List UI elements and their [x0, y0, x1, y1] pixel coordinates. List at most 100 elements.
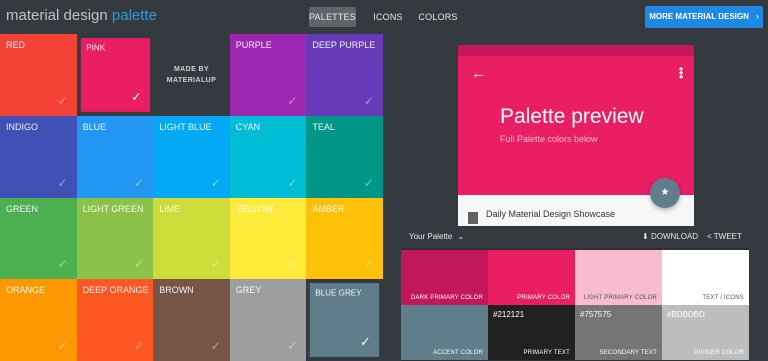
palette-tile-label: BROWN [159, 285, 194, 296]
materialup-label: MATERIALUP [166, 76, 217, 84]
check-icon: ✓ [57, 339, 68, 353]
chevron-down-icon: ⌄ [457, 232, 465, 241]
palette-tile-label: GREEN [6, 203, 39, 214]
back-arrow-icon[interactable]: ← [471, 65, 486, 82]
palette-tile-cyan[interactable]: CYAN ✓ [229, 115, 307, 198]
swatch-hex: #BDBDBD [667, 310, 705, 319]
check-icon: ✓ [134, 257, 145, 272]
preview-subtitle: Full Palette colors below [500, 134, 598, 144]
preview-title: Palette preview [500, 105, 644, 128]
palette-tile-teal[interactable]: TEAL ✓ [306, 115, 383, 198]
palette-tile-label: PURPLE [235, 40, 272, 50]
star-fab-button[interactable]: ★ [650, 178, 680, 208]
download-icon: ⬇ [642, 232, 649, 241]
palette-tile-label: BLUE [82, 121, 107, 132]
palette-tile-blue[interactable]: BLUE ✓ [76, 115, 154, 198]
swatch-text-icons[interactable]: TEXT / ICONS [662, 250, 749, 305]
check-icon: ✓ [360, 334, 372, 349]
palette-tile-brown[interactable]: BROWN ✓ [153, 279, 230, 361]
swatch-divider-color[interactable]: #BDBDBD DIVIDER COLOR [662, 305, 749, 360]
palette-tile-green[interactable]: GREEN ✓ [0, 197, 77, 280]
top-bar: material design palette PALETTES ICONS C… [0, 0, 768, 34]
check-icon: ✓ [57, 257, 68, 272]
showcase-list-item[interactable]: Daily Material Design Showcase [486, 209, 615, 219]
your-palette-label: Your Palette [409, 232, 453, 241]
palette-tile-label: CYAN [235, 121, 261, 132]
swatch-dark-primary-color[interactable]: DARK PRIMARY COLOR [401, 250, 488, 305]
swatch-primary-color[interactable]: PRIMARY COLOR [488, 250, 575, 305]
palette-tile-pink[interactable]: PINK ✓ [80, 38, 150, 112]
palette-tile-lime[interactable]: LIME ✓ [153, 197, 230, 280]
nav-palettes[interactable]: PALETTES [309, 7, 356, 27]
palette-preview-card: ← • • • Palette preview Full Palette color… [458, 45, 694, 235]
palette-tile-label: DEEP PURPLE [312, 40, 376, 50]
palette-tile-red[interactable]: RED ✓ [0, 34, 77, 116]
check-icon: ✓ [287, 257, 298, 272]
star-icon: ★ [660, 187, 670, 198]
your-palette-dropdown[interactable]: Your Palette ⌄ [409, 232, 464, 241]
palette-tile-amber[interactable]: AMBER ✓ [306, 197, 383, 280]
logo-accent-text: palette [111, 7, 157, 24]
palette-tile-label: LIME [159, 203, 181, 214]
check-icon: ✓ [363, 93, 374, 108]
palette-grid: RED ✓ PINK ✓ MADE BY MATERIALUP PURPLE ✓ DEEP PU… [0, 34, 383, 361]
tweet-button[interactable]: < TWEET [707, 232, 742, 241]
more-material-design-button[interactable]: MORE MATERIAL DESIGN › [645, 6, 763, 28]
check-icon: ✓ [210, 257, 221, 272]
check-icon: ✓ [134, 175, 145, 190]
palette-tile-blue-grey[interactable]: BLUE GREY ✓ [310, 283, 380, 357]
palette-tile-label: LIGHT GREEN [82, 203, 144, 214]
swatch-primary-text[interactable]: #212121 PRIMARY TEXT [488, 305, 575, 360]
swatch-accent-color[interactable]: ACCENT COLOR [401, 305, 488, 360]
palette-tile-label: GREY [235, 285, 262, 296]
logo-main-text: material design [6, 7, 108, 24]
swatch-role-label: DARK PRIMARY COLOR [410, 295, 483, 301]
check-icon: ✓ [134, 339, 145, 353]
list-item-icon [468, 212, 478, 224]
your-palette-panel: Your Palette ⌄ ⬇ DOWNLOAD < TWEET DARK P… [401, 226, 749, 361]
more-vert-icon[interactable]: • • • [679, 63, 683, 83]
swatch-role-label: LIGHT PRIMARY COLOR [583, 295, 657, 301]
palette-tile-orange[interactable]: ORANGE ✓ [0, 279, 77, 361]
preview-status-bar [458, 45, 694, 56]
chevron-right-icon: › [756, 12, 759, 21]
check-icon: ✓ [130, 89, 142, 104]
swatch-hex: #212121 [493, 310, 525, 319]
swatch-role-label: TEXT / ICONS [702, 295, 744, 301]
palette-tile-purple[interactable]: PURPLE ✓ [229, 34, 307, 116]
cta-label: MORE MATERIAL DESIGN [649, 12, 749, 21]
palette-tile-indigo[interactable]: INDIGO ✓ [0, 115, 77, 198]
swatch-role-label: DIVIDER COLOR [694, 350, 744, 356]
swatch-role-label: PRIMARY COLOR [517, 295, 570, 301]
palette-tile-deep-orange[interactable]: DEEP ORANGE ✓ [76, 279, 154, 361]
swatch-hex: #757575 [580, 310, 612, 319]
palette-tile-yellow[interactable]: YELLOW ✓ [229, 197, 307, 280]
check-icon: ✓ [57, 175, 68, 190]
check-icon: ✓ [210, 339, 221, 353]
palette-tile-label: ORANGE [6, 285, 46, 296]
app-logo[interactable]: material design palette [6, 7, 157, 24]
palette-tile-light-green[interactable]: LIGHT GREEN ✓ [76, 197, 154, 280]
palette-tile-light-blue[interactable]: LIGHT BLUE ✓ [153, 115, 230, 198]
download-button[interactable]: ⬇ DOWNLOAD [642, 232, 698, 241]
palette-tile-label: YELLOW [235, 203, 274, 214]
check-icon: ✓ [210, 175, 221, 190]
palette-tile-label: PINK [85, 43, 105, 53]
swatch-role-label: ACCENT COLOR [433, 350, 483, 356]
palette-tile-label: BLUE GREY [315, 288, 362, 298]
tweet-label: TWEET [713, 232, 742, 241]
check-icon: ✓ [287, 175, 298, 190]
share-icon: < [707, 232, 712, 241]
nav-icons[interactable]: ICONS [371, 7, 405, 27]
nav-colors[interactable]: COLORS [418, 7, 458, 27]
palette-tile-grey[interactable]: GREY ✓ [229, 279, 307, 361]
palette-tile-label: DEEP ORANGE [82, 285, 149, 296]
palette-tile-label: LIGHT BLUE [159, 121, 212, 132]
check-icon: ✓ [363, 257, 374, 272]
palette-tile-deep-purple[interactable]: DEEP PURPLE ✓ [306, 34, 383, 116]
swatch-secondary-text[interactable]: #757575 SECONDARY TEXT [575, 305, 662, 360]
swatch-light-primary-color[interactable]: LIGHT PRIMARY COLOR [575, 250, 662, 305]
made-by-materialup-link[interactable]: MADE BY MATERIALUP [153, 34, 230, 116]
check-icon: ✓ [287, 93, 298, 108]
swatch-role-label: SECONDARY TEXT [599, 350, 657, 356]
